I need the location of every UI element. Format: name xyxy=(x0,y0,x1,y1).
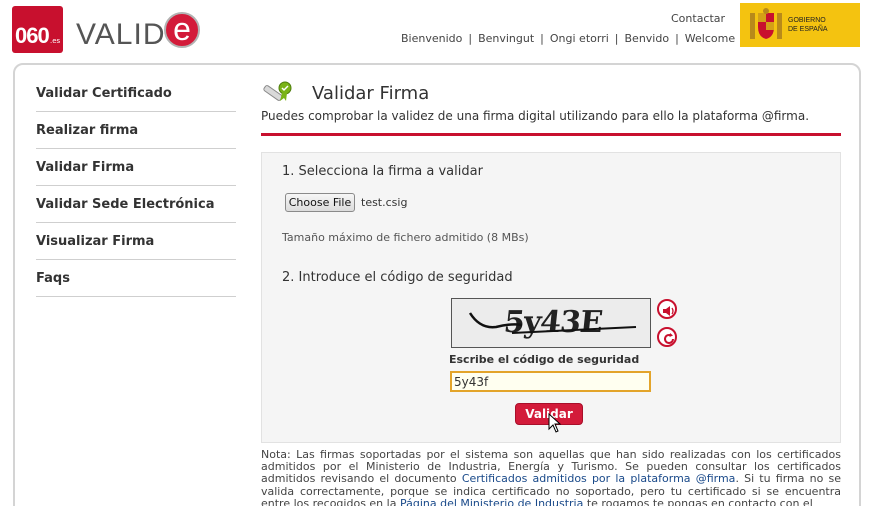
sidebar-item-realizar-firma[interactable]: Realizar firma xyxy=(36,112,236,149)
speaker-icon xyxy=(663,306,674,316)
signature-pen-icon xyxy=(263,81,292,101)
lang-separator: | xyxy=(540,32,544,45)
refresh-icon xyxy=(664,333,674,344)
captcha-image: 5y43E xyxy=(451,298,651,348)
lang-separator: | xyxy=(675,32,679,45)
captcha-noise xyxy=(468,312,637,334)
gobierno-line1: GOBIERNO xyxy=(788,17,826,24)
sidebar-nav: Validar Certificado Realizar firma Valid… xyxy=(36,75,236,297)
lang-link-gl[interactable]: Benvido xyxy=(625,32,670,45)
lang-separator: | xyxy=(468,32,473,45)
page-title: Validar Firma xyxy=(312,83,430,104)
contact-link[interactable]: Contactar xyxy=(671,12,725,25)
language-selector: Bienvenido | Benvingut | Ongi etorri | Benv… xyxy=(401,32,735,45)
lang-link-ca[interactable]: Benvingut xyxy=(478,32,534,45)
captcha-audio-button[interactable] xyxy=(657,299,677,319)
page-subtitle: Puedes comprobar la validez de una firma… xyxy=(261,109,810,123)
lang-link-es[interactable]: Bienvenido xyxy=(401,32,462,45)
max-file-size-hint: Tamaño máximo de fichero admitido (8 MBs… xyxy=(282,231,529,244)
sidebar-item-visualizar-firma[interactable]: Visualizar Firma xyxy=(36,223,236,260)
selected-file-name: test.csig xyxy=(361,196,408,209)
security-code-input[interactable] xyxy=(450,371,651,392)
sidebar-item-validar-sede[interactable]: Validar Sede Electrónica xyxy=(36,186,236,223)
title-divider xyxy=(261,133,841,136)
lang-separator: | xyxy=(614,32,619,45)
captcha-refresh-button[interactable] xyxy=(657,327,677,347)
lang-link-eu[interactable]: Ongi etorri xyxy=(550,32,609,45)
note-text-3: te rogamos te pongas en contacto con el xyxy=(583,496,813,506)
security-code-label: Escribe el código de seguridad xyxy=(449,353,640,366)
sidebar-item-validar-firma[interactable]: Validar Firma xyxy=(36,149,236,186)
sidebar-item-validar-certificado[interactable]: Validar Certificado xyxy=(36,75,236,112)
step2-heading: 2. Introduce el código de seguridad xyxy=(282,270,513,285)
choose-file-button[interactable]: Choose File xyxy=(285,193,355,212)
gobierno-logo[interactable]: GOBIERNO DE ESPAÑA xyxy=(740,3,860,47)
coat-of-arms-icon xyxy=(750,8,782,39)
logo-060-text: 060 xyxy=(15,23,50,48)
lang-link-en[interactable]: Welcome xyxy=(685,32,735,45)
sidebar-item-faqs[interactable]: Faqs xyxy=(36,260,236,297)
gobierno-line2: DE ESPAÑA xyxy=(788,26,828,33)
mouse-cursor-icon xyxy=(548,413,562,433)
valide-logo-e: e xyxy=(164,12,200,48)
valide-logo-text: VALID xyxy=(76,18,166,51)
supported-signatures-note: Nota: Las firmas soportadas por el siste… xyxy=(261,448,841,506)
valide-logo[interactable]: VALID e xyxy=(74,10,204,54)
logo-060-suffix: .es xyxy=(50,37,61,45)
gobierno-logo-text: GOBIERNO DE ESPAÑA xyxy=(788,16,828,34)
ministerio-industria-link[interactable]: Página del Ministerio de Industria xyxy=(400,497,583,506)
step1-heading: 1. Selecciona la firma a validar xyxy=(282,164,483,179)
060-logo[interactable]: 060 .es xyxy=(12,6,63,53)
certificados-admitidos-link[interactable]: Certificados admitidos por la plataforma… xyxy=(462,472,736,485)
